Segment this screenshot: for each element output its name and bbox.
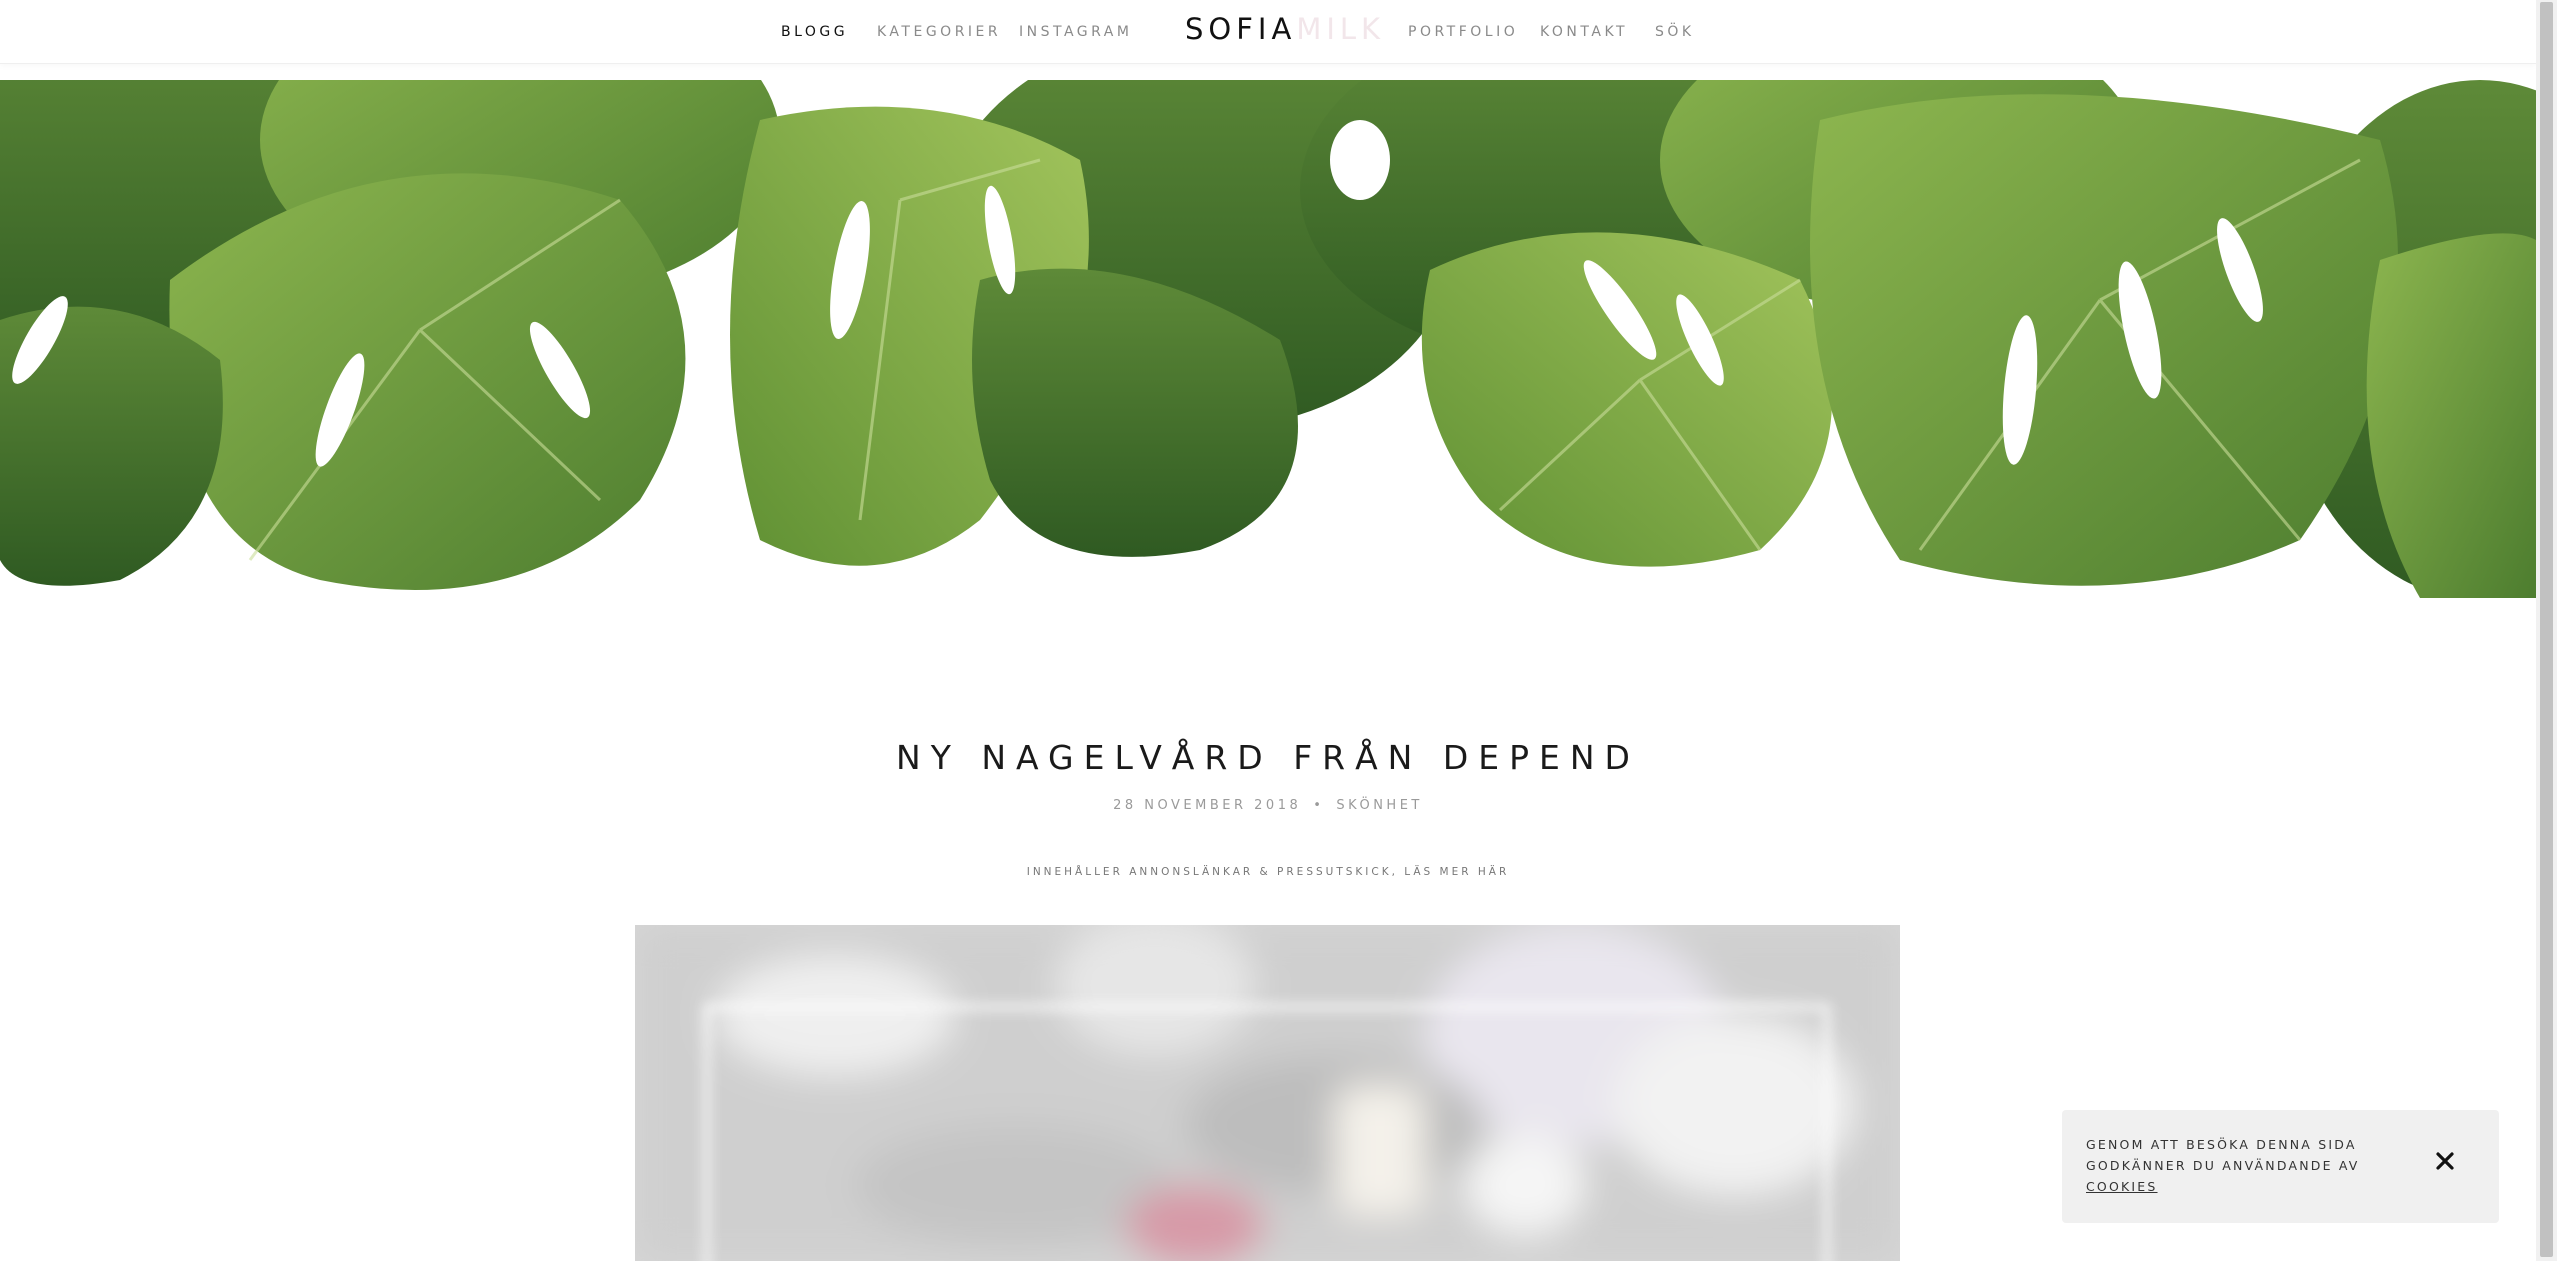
nav-item-instagram[interactable]: INSTAGRAM: [1019, 24, 1132, 40]
site-logo[interactable]: SOFIAMILK: [1185, 12, 1385, 46]
cookie-line-2: GODKÄNNER DU ANVÄNDANDE AV: [2086, 1158, 2360, 1173]
close-icon[interactable]: [2430, 1146, 2460, 1176]
logo-part-sofia: SOFIA: [1185, 12, 1297, 46]
page-scrollbar[interactable]: [2536, 0, 2557, 1261]
scrollbar-thumb[interactable]: [2540, 2, 2553, 1257]
monstera-leaves-image: [0, 80, 2536, 598]
nav-item-sok[interactable]: SÖK: [1655, 24, 1695, 40]
post-date: 28 NOVEMBER 2018: [1113, 798, 1302, 813]
nav-item-kontakt[interactable]: KONTAKT: [1540, 24, 1628, 40]
hero-banner: [0, 80, 2536, 598]
post-meta: 28 NOVEMBER 2018 • SKÖNHET: [0, 798, 2536, 813]
cookie-banner: GENOM ATT BESÖKA DENNA SIDA GODKÄNNER DU…: [2062, 1110, 2499, 1223]
cookies-link[interactable]: COOKIES: [2086, 1179, 2158, 1194]
affiliate-disclosure: INNEHÅLLER ANNONSLÄNKAR & PRESSUTSKICK, …: [0, 866, 2536, 878]
nav-item-portfolio[interactable]: PORTFOLIO: [1408, 24, 1518, 40]
meta-separator: •: [1313, 798, 1325, 813]
post-category-link[interactable]: SKÖNHET: [1336, 798, 1422, 813]
logo-part-milk: MILK: [1296, 12, 1386, 46]
blurred-nail-polish-image: [635, 925, 1900, 1261]
disclosure-link[interactable]: INNEHÅLLER ANNONSLÄNKAR & PRESSUTSKICK, …: [1027, 866, 1510, 878]
cookie-message: GENOM ATT BESÖKA DENNA SIDA GODKÄNNER DU…: [2086, 1134, 2416, 1197]
nav-item-blogg[interactable]: BLOGG: [781, 24, 848, 40]
post-featured-image: [635, 925, 1900, 1261]
top-navigation: BLOGG KATEGORIER INSTAGRAM SOFIAMILK POR…: [0, 0, 2536, 64]
post-title: NY NAGELVÅRD FRÅN DEPEND: [896, 738, 1640, 777]
nav-item-kategorier[interactable]: KATEGORIER: [877, 24, 1001, 40]
cookie-line-1: GENOM ATT BESÖKA DENNA SIDA: [2086, 1137, 2357, 1152]
